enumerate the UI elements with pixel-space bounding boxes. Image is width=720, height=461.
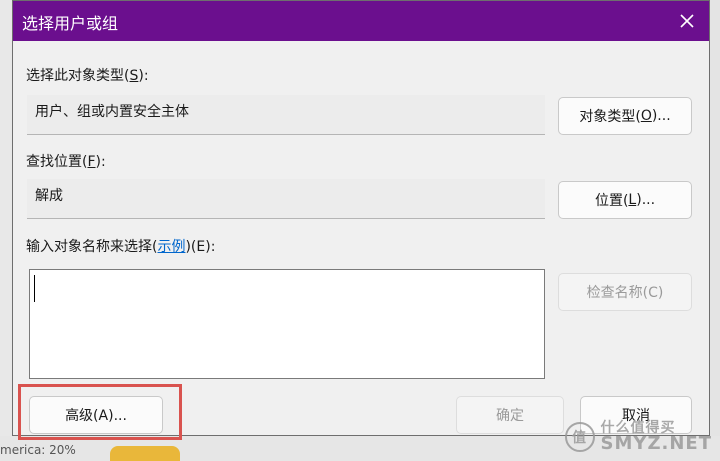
object-types-button-label: 对象类型( bbox=[579, 109, 641, 125]
background-shape bbox=[110, 446, 180, 461]
check-names-button[interactable]: 检查名称(C) bbox=[558, 273, 692, 311]
dialog-titlebar: 选择用户或组 bbox=[13, 1, 709, 41]
object-names-label-end: )(E): bbox=[185, 239, 216, 255]
background-window-left bbox=[0, 0, 12, 461]
object-types-button-end: )... bbox=[651, 108, 671, 124]
select-users-dialog: 选择用户或组 选择此对象类型(S): 用户、组或内置安全主体 对象类型(O)..… bbox=[12, 0, 710, 436]
location-accesskey: F bbox=[87, 154, 96, 170]
object-names-input[interactable] bbox=[29, 269, 545, 379]
location-field: 解成 bbox=[27, 179, 545, 219]
watermark: 值 什么值得买 SMYZ.NET bbox=[564, 421, 712, 453]
advanced-button-label: 高级(A)... bbox=[65, 408, 127, 424]
locations-accesskey: L bbox=[628, 192, 637, 208]
object-type-label: 选择此对象类型(S): bbox=[26, 65, 149, 85]
location-label-end: ): bbox=[95, 154, 106, 170]
close-icon bbox=[680, 14, 694, 28]
check-names-label: 检查名称(C) bbox=[586, 285, 664, 301]
object-type-label-end: ): bbox=[138, 68, 149, 84]
background-window-right bbox=[710, 0, 720, 461]
object-type-field: 用户、组或内置安全主体 bbox=[27, 95, 545, 135]
examples-link[interactable]: 示例 bbox=[157, 239, 185, 255]
object-type-value: 用户、组或内置安全主体 bbox=[35, 104, 189, 120]
ok-button[interactable]: 确定 bbox=[456, 396, 564, 434]
close-button[interactable] bbox=[675, 9, 699, 33]
dialog-title: 选择用户或组 bbox=[22, 14, 119, 33]
location-label-text: 查找位置( bbox=[26, 154, 88, 170]
object-names-label: 输入对象名称来选择(示例)(E): bbox=[26, 236, 215, 256]
location-label: 查找位置(F): bbox=[26, 151, 106, 171]
watermark-logo-icon: 值 bbox=[564, 422, 595, 452]
location-value: 解成 bbox=[35, 188, 63, 204]
locations-button-label: 位置( bbox=[594, 193, 629, 209]
object-types-accesskey: O bbox=[640, 108, 652, 124]
background-text: merica: 20% bbox=[0, 443, 76, 457]
locations-button[interactable]: 位置(L)... bbox=[558, 181, 692, 219]
watermark-text: 什么值得买 SMYZ.NET bbox=[601, 421, 712, 453]
object-type-label-text: 选择此对象类型( bbox=[26, 68, 130, 84]
locations-button-end: )... bbox=[636, 192, 656, 208]
object-names-label-text: 输入对象名称来选择( bbox=[26, 239, 158, 255]
watermark-site: SMYZ.NET bbox=[600, 433, 712, 454]
advanced-button[interactable]: 高级(A)... bbox=[29, 396, 163, 434]
object-types-button[interactable]: 对象类型(O)... bbox=[558, 97, 692, 135]
text-caret bbox=[34, 275, 35, 302]
ok-button-label: 确定 bbox=[496, 408, 524, 424]
